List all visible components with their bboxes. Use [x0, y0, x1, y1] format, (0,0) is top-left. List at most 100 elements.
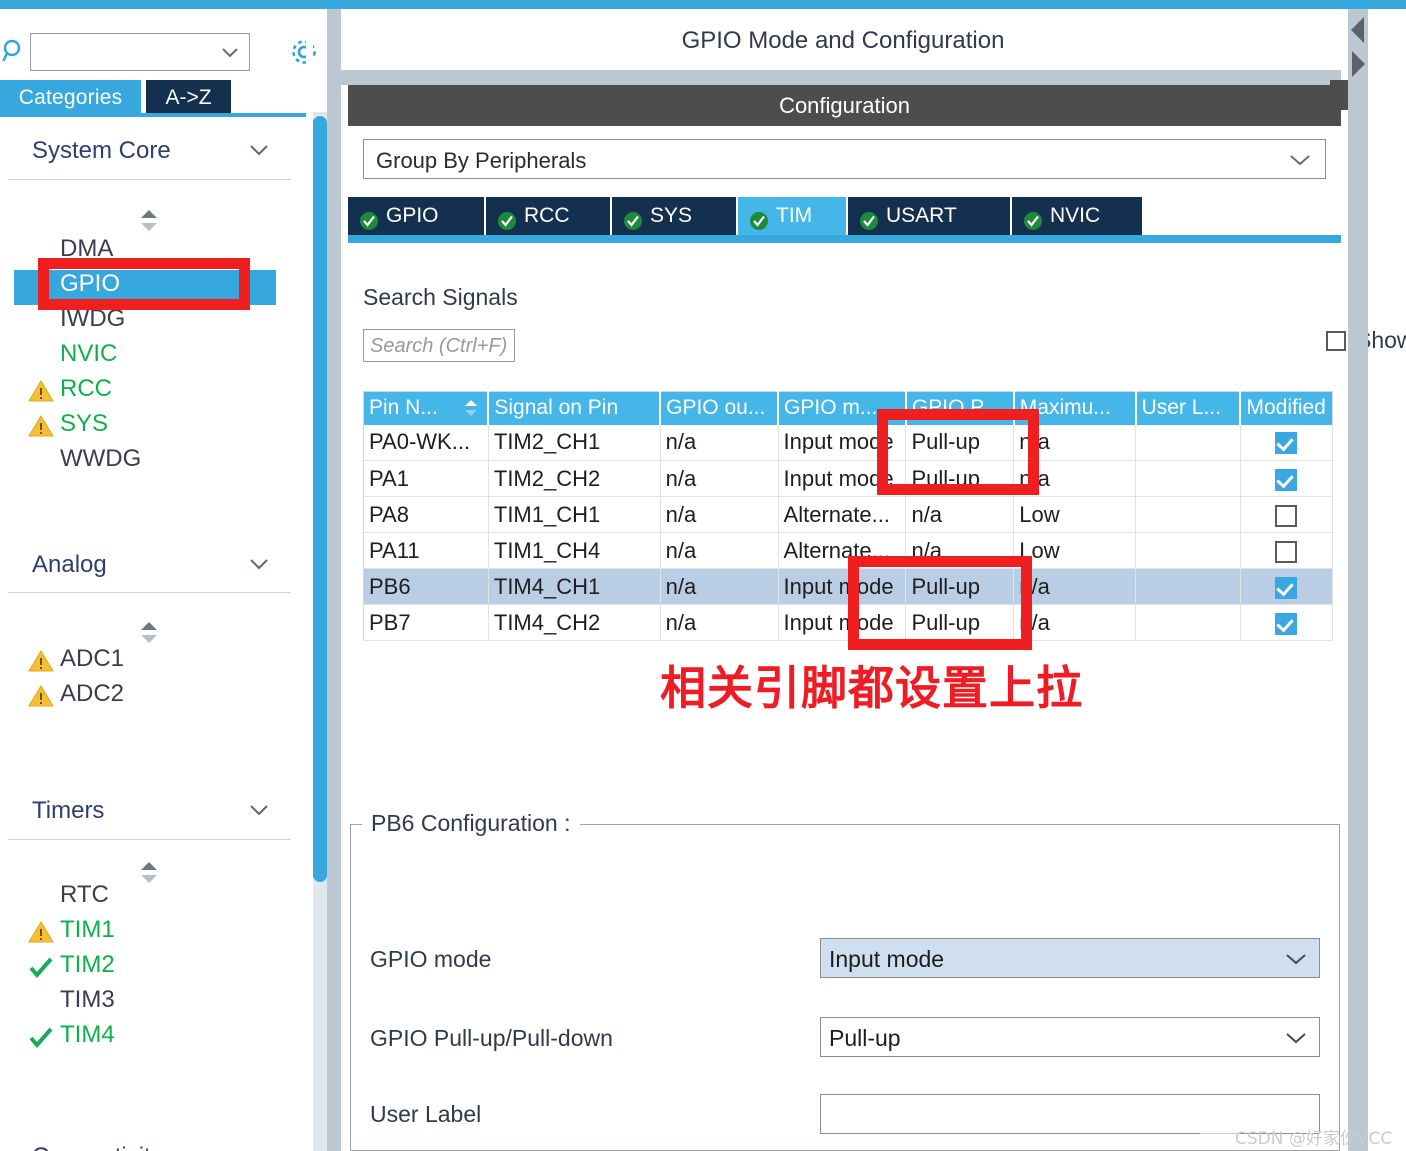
check-circle-icon: [359, 206, 379, 230]
group-header-timers[interactable]: Timers: [8, 789, 291, 835]
table-header-row: Pin N... Signal on Pin GPIO ou... GPIO m…: [363, 391, 1333, 425]
column-header-signal-on-pin[interactable]: Signal on Pin: [488, 391, 662, 425]
cell-user-label[interactable]: [1135, 532, 1241, 569]
table-row[interactable]: PA1 TIM2_CH2 n/a Input mode Pull-up n/a: [363, 460, 1334, 497]
sort-arrows-icon[interactable]: [463, 398, 479, 418]
cell-modified[interactable]: [1240, 532, 1334, 569]
sidebar-item-adc1[interactable]: ADC1: [24, 645, 284, 680]
tab-sys[interactable]: SYS: [612, 197, 736, 235]
tab-gpio[interactable]: GPIO: [348, 197, 484, 235]
scroll-spinner-icon[interactable]: [138, 209, 160, 233]
cell-signal: TIM2_CH1: [488, 424, 661, 461]
warning-icon: [28, 413, 54, 439]
group-divider: [8, 179, 291, 180]
sidebar-item-iwdg[interactable]: IWDG: [24, 305, 284, 340]
checkbox-checked: [1275, 576, 1298, 599]
tab-label: SYS: [650, 204, 693, 227]
sidebar-item-tim3[interactable]: TIM3: [24, 986, 284, 1021]
panel-splitter[interactable]: [327, 9, 341, 1151]
stm32cubemx-gpio-configuration-screen: Categories A->Z System Core DMA GPIO IWD…: [0, 0, 1406, 1151]
cell-modified[interactable]: [1240, 604, 1334, 641]
search-signals-input[interactable]: Search (Ctrl+F): [363, 329, 515, 362]
cell-gpio-mode[interactable]: Alternate...: [778, 496, 907, 533]
group-header-system-core[interactable]: System Core: [8, 129, 291, 175]
peripheral-categories-panel: Categories A->Z System Core DMA GPIO IWD…: [0, 9, 316, 1151]
sidebar-item-sys[interactable]: SYS: [24, 410, 284, 445]
cell-pin: PB7: [363, 604, 489, 641]
group-header-connectivity[interactable]: Connectivity: [8, 1135, 291, 1151]
cell-maximum: Low: [1013, 532, 1137, 569]
sidebar-item-label: TIM2: [60, 951, 115, 978]
table-row[interactable]: PA8 TIM1_CH1 n/a Alternate... n/a Low: [363, 496, 1334, 533]
tab-tim[interactable]: TIM: [738, 197, 846, 235]
gpio-pull-select[interactable]: Pull-up: [820, 1017, 1320, 1057]
cell-user-label[interactable]: [1135, 424, 1241, 461]
sidebar-item-label: TIM1: [60, 916, 115, 943]
sidebar-item-label: SYS: [60, 410, 109, 437]
pull-up-bottom-highlight-box: [848, 556, 1032, 650]
tab-rcc[interactable]: RCC: [486, 197, 610, 235]
tab-categories[interactable]: Categories: [0, 80, 141, 116]
sidebar-item-rtc[interactable]: RTC: [24, 881, 284, 916]
cell-signal: TIM2_CH2: [488, 460, 661, 497]
category-search-combobox[interactable]: [30, 33, 250, 71]
table-row[interactable]: PA0-WK... TIM2_CH1 n/a Input mode Pull-u…: [363, 424, 1334, 461]
sidebar-scrollbar-thumb[interactable]: [313, 116, 327, 882]
group-border-top-left: [350, 824, 362, 825]
collapse-right-arrow-icon[interactable]: [1348, 44, 1368, 84]
watermark-rule: [1200, 1133, 1240, 1134]
tab-nvic[interactable]: NVIC: [1012, 197, 1142, 235]
group-title: System Core: [32, 137, 171, 164]
group-by-combobox[interactable]: Group By Peripherals: [363, 139, 1326, 179]
gpio-mode-value: Input mode: [829, 946, 945, 972]
annotation-note: 相关引脚都设置上拉: [660, 661, 1083, 715]
gpio-sidebar-highlight-box: [38, 258, 250, 310]
tab-usart[interactable]: USART: [848, 197, 1010, 235]
scroll-spinner-icon[interactable]: [138, 621, 160, 645]
warning-icon: [28, 919, 54, 945]
cell-user-label[interactable]: [1135, 496, 1241, 533]
pull-up-top-highlight-box: [877, 409, 1039, 495]
group-divider: [8, 592, 291, 593]
pane-separator: [341, 70, 1341, 85]
column-header-gpio-output[interactable]: GPIO ou...: [660, 391, 780, 425]
page-title: GPIO Mode and Configuration: [345, 12, 1341, 70]
cell-user-label[interactable]: [1135, 568, 1241, 605]
tab-label: TIM: [776, 204, 813, 227]
sidebar-item-tim1[interactable]: TIM1: [24, 916, 284, 951]
column-header-user-label[interactable]: User L...: [1135, 391, 1242, 425]
sidebar-item-wwdg[interactable]: WWDG: [24, 445, 284, 480]
check-circle-icon: [623, 206, 643, 230]
peripheral-tabs-underline: [348, 235, 1341, 243]
gear-icon[interactable]: [287, 35, 321, 69]
cell-modified[interactable]: [1240, 424, 1334, 461]
sidebar-item-rcc[interactable]: RCC: [24, 375, 284, 410]
column-header-pin-name[interactable]: Pin N...: [363, 391, 490, 425]
sidebar-item-label: RTC: [60, 881, 109, 908]
sidebar-item-tim2[interactable]: TIM2: [24, 951, 284, 986]
gpio-pull-label: GPIO Pull-up/Pull-down: [370, 1025, 613, 1051]
gpio-mode-select[interactable]: Input mode: [820, 938, 1320, 978]
cell-pin: PA11: [363, 532, 489, 569]
cell-pin: PB6: [363, 568, 489, 605]
gpio-mode-label: GPIO mode: [370, 946, 492, 972]
pane-collapse-rail: [1348, 9, 1368, 1151]
cell-modified[interactable]: [1240, 496, 1334, 533]
cell-gpio-output: n/a: [660, 568, 779, 605]
cell-modified[interactable]: [1240, 568, 1334, 605]
sidebar-item-adc2[interactable]: ADC2: [24, 680, 284, 715]
checkbox-unchecked: [1275, 504, 1298, 527]
sidebar-item-tim4[interactable]: TIM4: [24, 1021, 284, 1056]
cell-modified[interactable]: [1240, 460, 1334, 497]
cell-signal: TIM1_CH1: [488, 496, 661, 533]
tab-a-to-z[interactable]: A->Z: [146, 80, 231, 116]
group-header-analog[interactable]: Analog: [8, 543, 291, 589]
checkbox-checked: [1275, 468, 1298, 491]
cell-user-label[interactable]: [1135, 460, 1241, 497]
sidebar-item-nvic[interactable]: NVIC: [24, 340, 284, 375]
column-header-modified[interactable]: Modified: [1240, 391, 1333, 425]
cell-user-label[interactable]: [1135, 604, 1241, 641]
cell-gpio-pull[interactable]: n/a: [905, 496, 1015, 533]
warning-icon: [28, 648, 54, 674]
warning-icon: [28, 378, 54, 404]
